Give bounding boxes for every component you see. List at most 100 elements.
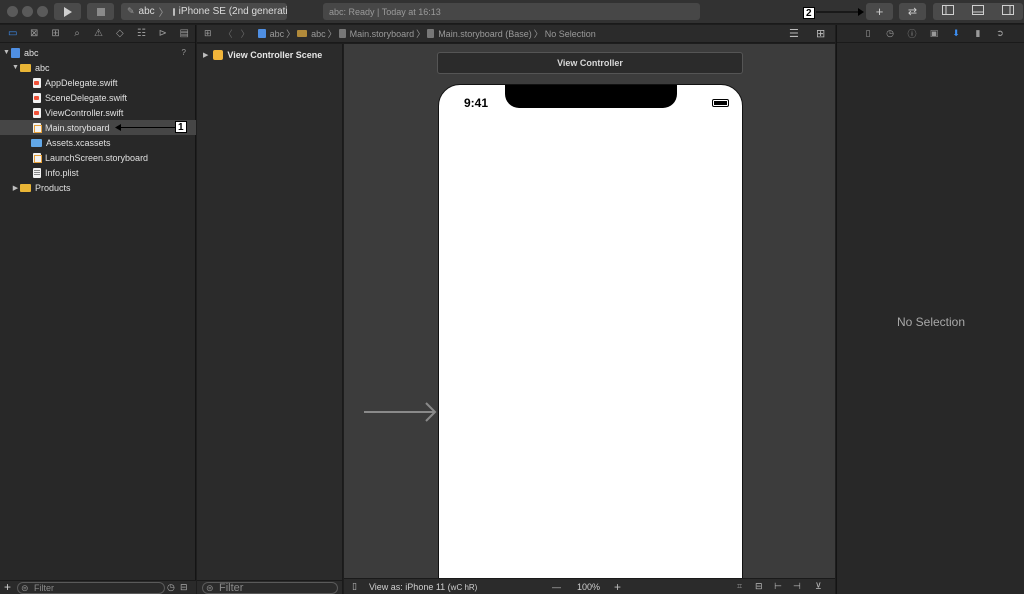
activity-status-text: abc: Ready | Today at 16:13: [329, 6, 441, 17]
embed-in-icon[interactable]: ⊻: [815, 581, 822, 592]
disclosure-open-icon[interactable]: ▼: [2, 49, 11, 56]
breadcrumb-item[interactable]: abc: [311, 29, 326, 39]
tree-row-folder-abc[interactable]: ▼ abc: [0, 60, 196, 75]
arrow-circle-icon: ➲: [996, 28, 1004, 38]
tree-row-file-selected[interactable]: Main.storyboard 1: [0, 120, 196, 135]
chevron-right-icon: 〉: [327, 29, 337, 39]
swift-file-icon: [33, 92, 41, 103]
tab-issue-navigator[interactable]: ⚠: [88, 25, 109, 43]
resolve-issues-icon[interactable]: ⊣: [793, 581, 801, 592]
view-as-button[interactable]: View as: iPhone 11 (wC hR): [369, 582, 477, 592]
annotation-badge-1: 1: [175, 121, 187, 133]
tree-row-file[interactable]: Assets.xcassets: [0, 135, 196, 150]
disclosure-closed-icon[interactable]: ▶: [11, 184, 20, 192]
align-icon[interactable]: ⊟: [755, 581, 763, 592]
storyboard-canvas[interactable]: View Controller 9:41: [344, 44, 835, 584]
plist-file-icon: [33, 167, 41, 178]
tree-row-folder-products[interactable]: ▶ Products: [0, 180, 196, 195]
scheme-selector[interactable]: ✎ abc 〉 iPhone SE (2nd generation): [121, 3, 287, 20]
breadcrumb-item[interactable]: abc: [270, 29, 285, 39]
tab-breakpoint-navigator[interactable]: ⊳: [152, 25, 173, 43]
add-editor-icon[interactable]: ⊞: [816, 27, 825, 40]
filter-icon: ⊜: [21, 583, 29, 593]
recent-files-icon[interactable]: ◷: [167, 582, 175, 593]
update-frames-icon[interactable]: ⌗: [737, 581, 742, 592]
tab-identity-inspector[interactable]: ▣: [923, 25, 945, 43]
disclosure-open-icon[interactable]: ▼: [11, 64, 20, 71]
outline-filter-input[interactable]: ⊜ Filter: [202, 582, 338, 594]
forward-button[interactable]: 〉: [241, 27, 250, 40]
add-constraints-icon[interactable]: ⊢: [774, 581, 782, 592]
editor-options-icon[interactable]: ☰: [789, 27, 799, 40]
tab-project-navigator[interactable]: ▭: [2, 25, 23, 43]
toggle-outline-icon[interactable]: ▯: [352, 581, 357, 592]
library-button[interactable]: +: [866, 3, 893, 20]
initial-view-controller-arrow[interactable]: [364, 401, 438, 423]
tree-row-file[interactable]: Info.plist: [0, 165, 196, 180]
tab-quick-help[interactable]: ⓘ: [901, 25, 923, 43]
disclosure-closed-icon[interactable]: ▶: [203, 51, 208, 59]
minimize-window-button[interactable]: [22, 6, 33, 17]
related-items-icon[interactable]: ⊞: [204, 28, 212, 39]
stop-button[interactable]: [87, 3, 114, 20]
tab-size-inspector[interactable]: ▮: [967, 25, 989, 43]
navigator-filter-input[interactable]: ⊜ Filter: [17, 582, 165, 594]
device-notch: [505, 85, 677, 108]
tree-row-file[interactable]: AppDelegate.swift: [0, 75, 196, 90]
jump-bar: ⊞ 〈 〉 abc 〉 abc 〉 Main.storyboard 〉 Main…: [197, 25, 835, 43]
view-controller-scene-icon: [213, 50, 224, 60]
activity-viewer: abc: Ready | Today at 16:13: [323, 3, 700, 20]
zoom-out-button[interactable]: —: [552, 582, 561, 592]
swift-file-icon: [33, 107, 41, 118]
filter-icon: ⊜: [206, 583, 214, 593]
breadcrumb-item[interactable]: Main.storyboard (Base): [438, 29, 532, 39]
tab-history-inspector[interactable]: ◷: [879, 25, 901, 43]
plus-icon: +: [875, 4, 884, 19]
tab-attributes-inspector[interactable]: ⬇: [945, 25, 967, 43]
report-icon: ▤: [179, 28, 189, 39]
tab-report-navigator[interactable]: ▤: [174, 25, 195, 43]
filter-placeholder: Filter: [219, 582, 244, 594]
ruler-icon: ▮: [975, 28, 981, 38]
breadcrumb-item[interactable]: No Selection: [545, 29, 596, 39]
device-icon: [172, 7, 175, 16]
view-controller-title-bar[interactable]: View Controller: [437, 52, 743, 74]
filter-options-icon[interactable]: ⊟: [180, 582, 188, 593]
zoom-in-button[interactable]: +: [614, 580, 621, 594]
filter-placeholder: Filter: [34, 583, 54, 593]
tab-connections-inspector[interactable]: ➲: [989, 25, 1011, 43]
tree-row-file[interactable]: SceneDelegate.swift: [0, 90, 196, 105]
tab-debug-navigator[interactable]: ☷: [131, 25, 152, 43]
zoom-window-button[interactable]: [37, 6, 48, 17]
outline-scene-row[interactable]: ▶ View Controller Scene: [203, 50, 322, 60]
toggle-navigator-button[interactable]: [942, 5, 954, 18]
tab-file-inspector[interactable]: ▯: [857, 25, 879, 43]
canvas-bottom-bar: ▯ View as: iPhone 11 (wC hR) — 100% + ⌗ …: [344, 578, 835, 594]
swap-arrows-icon: ⇄: [907, 6, 918, 18]
tab-source-control[interactable]: ⊠: [23, 25, 44, 43]
help-icon: ⓘ: [907, 29, 917, 39]
toggle-inspector-button[interactable]: [1002, 5, 1014, 18]
back-button[interactable]: 〈: [224, 27, 233, 40]
toggle-debug-area-button[interactable]: [972, 5, 984, 18]
navigator-tabs: ▭ ⊠ ⊞ ⌕ ⚠ ◇ ☷ ⊳ ▤: [0, 25, 195, 43]
zoom-level: 100%: [577, 581, 601, 592]
folder-icon: [20, 183, 31, 192]
add-file-button[interactable]: +: [4, 580, 11, 594]
xcode-project-icon: [11, 47, 20, 58]
tree-row-project[interactable]: ▼ abc ?: [0, 45, 196, 60]
tab-find-navigator[interactable]: ⌕: [66, 25, 87, 43]
tab-symbol-navigator[interactable]: ⊞: [45, 25, 66, 43]
folder-icon: ▭: [7, 28, 18, 39]
tree-row-file[interactable]: ViewController.swift: [0, 105, 196, 120]
tree-row-file[interactable]: LaunchScreen.storyboard: [0, 150, 196, 165]
code-review-button[interactable]: ⇄: [899, 3, 926, 20]
tab-test-navigator[interactable]: ◇: [109, 25, 130, 43]
run-button[interactable]: [54, 3, 81, 20]
help-icon[interactable]: ?: [182, 48, 186, 57]
close-window-button[interactable]: [7, 6, 18, 17]
breadcrumb-item[interactable]: Main.storyboard: [350, 29, 415, 39]
view-controller-title: View Controller: [557, 58, 623, 68]
view-as-label: View as: iPhone 11 (: [368, 581, 451, 592]
iphone-scene[interactable]: 9:41: [438, 84, 743, 584]
